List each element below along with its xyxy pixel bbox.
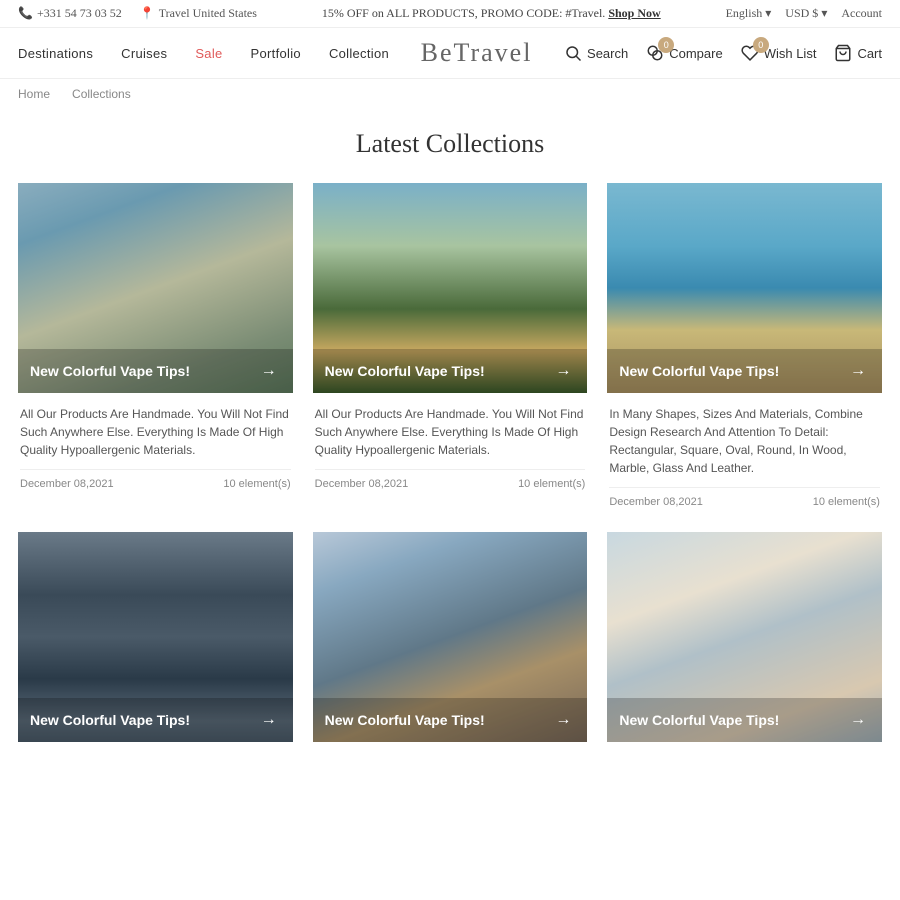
collection-image-wrapper: New Colorful Vape Tips! → xyxy=(607,532,882,742)
cart-icon xyxy=(834,44,852,62)
location-info: 📍 Travel United States xyxy=(140,6,257,21)
language-selector[interactable]: English ▾ xyxy=(726,6,772,21)
arrow-right-icon[interactable]: → xyxy=(257,708,281,732)
phone-icon: 📞 xyxy=(18,6,33,21)
collection-meta: December 08,2021 10 element(s) xyxy=(315,478,586,490)
arrow-right-icon[interactable]: → xyxy=(846,708,870,732)
collection-divider xyxy=(20,469,291,470)
collection-caption: New Colorful Vape Tips! → xyxy=(313,349,588,393)
collection-caption: New Colorful Vape Tips! → xyxy=(607,698,882,742)
collection-meta: December 08,2021 10 element(s) xyxy=(609,496,880,508)
account-link[interactable]: Account xyxy=(841,6,882,21)
collection-title: New Colorful Vape Tips! xyxy=(30,363,190,379)
nav-links: Destinations Cruises Sale Portfolio Coll… xyxy=(18,46,389,61)
breadcrumb: Home Collections xyxy=(0,79,900,109)
collection-card[interactable]: New Colorful Vape Tips! → All Our Products… xyxy=(313,183,588,512)
collection-caption: New Colorful Vape Tips! → xyxy=(607,349,882,393)
collection-image-wrapper: New Colorful Vape Tips! → xyxy=(607,183,882,393)
shop-now-link[interactable]: Shop Now xyxy=(608,6,660,20)
wishlist-button[interactable]: 0 Wish List xyxy=(741,44,817,62)
nav-actions: Search 0 Compare 0 Wish List Cart xyxy=(564,44,882,62)
top-bar-right: English ▾ USD $ ▾ Account xyxy=(726,6,882,21)
collection-date: December 08,2021 xyxy=(20,478,114,490)
collection-divider xyxy=(609,487,880,488)
arrow-right-icon[interactable]: → xyxy=(551,708,575,732)
collection-elements: 10 element(s) xyxy=(813,496,880,508)
nav-bar: Destinations Cruises Sale Portfolio Coll… xyxy=(0,28,900,79)
page-title: Latest Collections xyxy=(0,129,900,159)
collection-description: All Our Products Are Handmade. You Will … xyxy=(20,405,291,459)
collection-card[interactable]: New Colorful Vape Tips! → In Many Shapes, … xyxy=(607,183,882,512)
chevron-down-icon: ▾ xyxy=(821,6,827,21)
top-bar-left: 📞 +331 54 73 03 52 📍 Travel United State… xyxy=(18,6,257,21)
top-bar: 📞 +331 54 73 03 52 📍 Travel United State… xyxy=(0,0,900,28)
collection-elements: 10 element(s) xyxy=(518,478,585,490)
arrow-right-icon[interactable]: → xyxy=(257,359,281,383)
nav-portfolio[interactable]: Portfolio xyxy=(251,46,301,61)
chevron-down-icon: ▾ xyxy=(765,6,771,21)
wishlist-badge: 0 xyxy=(753,37,769,53)
nav-destinations[interactable]: Destinations xyxy=(18,46,93,61)
nav-sale[interactable]: Sale xyxy=(195,46,222,61)
collection-image-wrapper: New Colorful Vape Tips! → xyxy=(18,532,293,742)
collection-date: December 08,2021 xyxy=(315,478,409,490)
breadcrumb-current: Collections xyxy=(72,87,131,101)
promo-banner: 15% OFF on ALL PRODUCTS, PROMO CODE: #Tr… xyxy=(322,6,661,21)
collection-card[interactable]: New Colorful Vape Tips! → xyxy=(18,532,293,742)
search-icon xyxy=(564,44,582,62)
collections-grid: New Colorful Vape Tips! → All Our Products… xyxy=(0,183,900,762)
collection-info: In Many Shapes, Sizes And Materials, Com… xyxy=(607,393,882,512)
collection-caption: New Colorful Vape Tips! → xyxy=(18,698,293,742)
search-button[interactable]: Search xyxy=(564,44,628,62)
collection-meta: December 08,2021 10 element(s) xyxy=(20,478,291,490)
site-logo[interactable]: BeTravel xyxy=(421,38,533,68)
compare-button[interactable]: 0 Compare xyxy=(646,44,722,62)
collection-title: New Colorful Vape Tips! xyxy=(325,363,485,379)
collection-title: New Colorful Vape Tips! xyxy=(619,712,779,728)
collection-caption: New Colorful Vape Tips! → xyxy=(313,698,588,742)
collection-info: All Our Products Are Handmade. You Will … xyxy=(18,393,293,494)
arrow-right-icon[interactable]: → xyxy=(846,359,870,383)
arrow-right-icon[interactable]: → xyxy=(551,359,575,383)
collection-card[interactable]: New Colorful Vape Tips! → All Our Products… xyxy=(18,183,293,512)
collection-elements: 10 element(s) xyxy=(223,478,290,490)
collection-divider xyxy=(315,469,586,470)
collection-image-wrapper: New Colorful Vape Tips! → xyxy=(18,183,293,393)
collection-date: December 08,2021 xyxy=(609,496,703,508)
collection-image-wrapper: New Colorful Vape Tips! → xyxy=(313,532,588,742)
cart-button[interactable]: Cart xyxy=(834,44,882,62)
collection-title: New Colorful Vape Tips! xyxy=(325,712,485,728)
collection-card[interactable]: New Colorful Vape Tips! → xyxy=(607,532,882,742)
collection-title: New Colorful Vape Tips! xyxy=(30,712,190,728)
breadcrumb-home[interactable]: Home xyxy=(18,87,50,101)
phone-number: 📞 +331 54 73 03 52 xyxy=(18,6,122,21)
collection-info: All Our Products Are Handmade. You Will … xyxy=(313,393,588,494)
collection-image-wrapper: New Colorful Vape Tips! → xyxy=(313,183,588,393)
currency-selector[interactable]: USD $ ▾ xyxy=(785,6,827,21)
nav-collection[interactable]: Collection xyxy=(329,46,389,61)
collection-description: All Our Products Are Handmade. You Will … xyxy=(315,405,586,459)
nav-cruises[interactable]: Cruises xyxy=(121,46,167,61)
location-icon: 📍 xyxy=(140,6,155,21)
collection-title: New Colorful Vape Tips! xyxy=(619,363,779,379)
collection-description: In Many Shapes, Sizes And Materials, Com… xyxy=(609,405,880,477)
collection-caption: New Colorful Vape Tips! → xyxy=(18,349,293,393)
collection-card[interactable]: New Colorful Vape Tips! → xyxy=(313,532,588,742)
